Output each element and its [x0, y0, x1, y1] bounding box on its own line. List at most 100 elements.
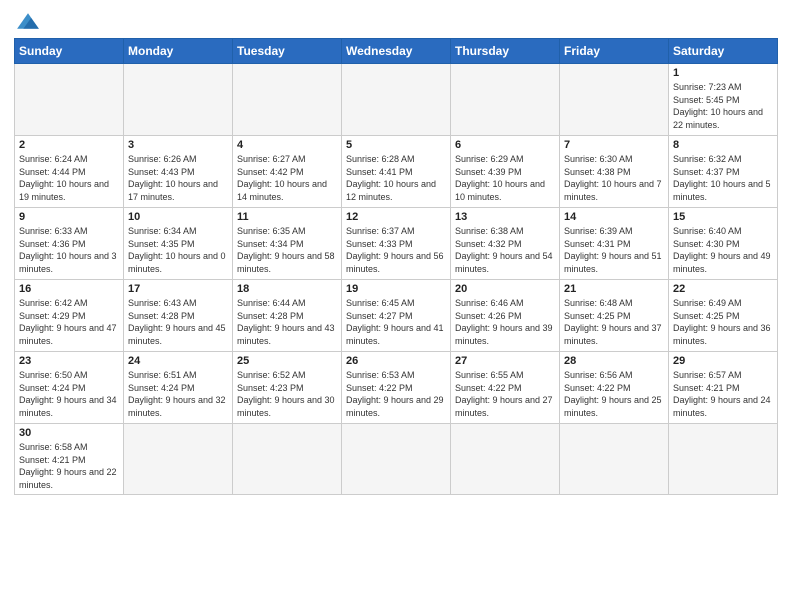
- day-number: 28: [564, 355, 664, 367]
- day-info: Sunrise: 6:42 AM Sunset: 4:29 PM Dayligh…: [19, 297, 119, 347]
- calendar-cell: [124, 424, 233, 495]
- day-info: Sunrise: 6:32 AM Sunset: 4:37 PM Dayligh…: [673, 153, 773, 203]
- calendar-cell: 15Sunrise: 6:40 AM Sunset: 4:30 PM Dayli…: [669, 208, 778, 280]
- calendar-cell: [669, 424, 778, 495]
- calendar-cell: 9 Sunrise: 6:33 AM Sunset: 4:36 PM Daylig…: [15, 208, 124, 280]
- calendar-cell: [233, 424, 342, 495]
- calendar-week-0: 1Sunrise: 7:23 AM Sunset: 5:45 PM Daylig…: [15, 64, 778, 136]
- day-info: Sunrise: 6:29 AM Sunset: 4:39 PM Dayligh…: [455, 153, 555, 203]
- calendar-cell: 22 Sunrise: 6:49 AM Sunset: 4:25 PM Dayli…: [669, 280, 778, 352]
- calendar-cell: 10 Sunrise: 6:34 AM Sunset: 4:35 PM Dayli…: [124, 208, 233, 280]
- day-info: Sunrise: 6:40 AM Sunset: 4:30 PM Dayligh…: [673, 225, 773, 275]
- day-number: 17: [128, 283, 228, 295]
- calendar-cell: 17 Sunrise: 6:43 AM Sunset: 4:28 PM Dayli…: [124, 280, 233, 352]
- day-number: 11: [237, 211, 337, 223]
- day-info: Sunrise: 6:24 AM Sunset: 4:44 PM Dayligh…: [19, 153, 119, 203]
- day-number: 6: [455, 139, 555, 151]
- calendar-week-1: 2 Sunrise: 6:24 AM Sunset: 4:44 PM Daylig…: [15, 136, 778, 208]
- day-number: 27: [455, 355, 555, 367]
- calendar-week-4: 23Sunrise: 6:50 AM Sunset: 4:24 PM Dayli…: [15, 352, 778, 424]
- calendar-cell: 27 Sunrise: 6:55 AM Sunset: 4:22 PM Dayli…: [451, 352, 560, 424]
- calendar-cell: 3Sunrise: 6:26 AM Sunset: 4:43 PM Daylig…: [124, 136, 233, 208]
- calendar-cell: 12 Sunrise: 6:37 AM Sunset: 4:33 PM Dayli…: [342, 208, 451, 280]
- day-number: 16: [19, 283, 119, 295]
- calendar-cell: [342, 64, 451, 136]
- day-number: 3: [128, 139, 228, 151]
- day-number: 12: [346, 211, 446, 223]
- calendar-cell: [451, 64, 560, 136]
- day-info: Sunrise: 6:55 AM Sunset: 4:22 PM Dayligh…: [455, 369, 555, 419]
- day-number: 18: [237, 283, 337, 295]
- weekday-header-sunday: Sunday: [15, 39, 124, 64]
- calendar-week-2: 9 Sunrise: 6:33 AM Sunset: 4:36 PM Daylig…: [15, 208, 778, 280]
- day-info: Sunrise: 6:43 AM Sunset: 4:28 PM Dayligh…: [128, 297, 228, 347]
- day-info: Sunrise: 6:46 AM Sunset: 4:26 PM Dayligh…: [455, 297, 555, 347]
- day-number: 13: [455, 211, 555, 223]
- weekday-header-wednesday: Wednesday: [342, 39, 451, 64]
- day-number: 21: [564, 283, 664, 295]
- calendar-cell: [233, 64, 342, 136]
- day-number: 7: [564, 139, 664, 151]
- calendar-cell: 1Sunrise: 7:23 AM Sunset: 5:45 PM Daylig…: [669, 64, 778, 136]
- day-number: 8: [673, 139, 773, 151]
- weekday-header-friday: Friday: [560, 39, 669, 64]
- calendar-cell: 11 Sunrise: 6:35 AM Sunset: 4:34 PM Dayli…: [233, 208, 342, 280]
- calendar-cell: [124, 64, 233, 136]
- calendar-cell: 6 Sunrise: 6:29 AM Sunset: 4:39 PM Daylig…: [451, 136, 560, 208]
- calendar-cell: 16 Sunrise: 6:42 AM Sunset: 4:29 PM Dayli…: [15, 280, 124, 352]
- calendar-cell: 18Sunrise: 6:44 AM Sunset: 4:28 PM Dayli…: [233, 280, 342, 352]
- calendar-cell: 8 Sunrise: 6:32 AM Sunset: 4:37 PM Daylig…: [669, 136, 778, 208]
- calendar-cell: 29Sunrise: 6:57 AM Sunset: 4:21 PM Dayli…: [669, 352, 778, 424]
- day-number: 14: [564, 211, 664, 223]
- day-number: 23: [19, 355, 119, 367]
- day-info: Sunrise: 6:30 AM Sunset: 4:38 PM Dayligh…: [564, 153, 664, 203]
- day-info: Sunrise: 6:48 AM Sunset: 4:25 PM Dayligh…: [564, 297, 664, 347]
- day-info: Sunrise: 6:37 AM Sunset: 4:33 PM Dayligh…: [346, 225, 446, 275]
- day-number: 9: [19, 211, 119, 223]
- header: [14, 10, 778, 32]
- page: SundayMondayTuesdayWednesdayThursdayFrid…: [0, 0, 792, 612]
- day-info: Sunrise: 6:35 AM Sunset: 4:34 PM Dayligh…: [237, 225, 337, 275]
- day-number: 25: [237, 355, 337, 367]
- day-number: 26: [346, 355, 446, 367]
- calendar-cell: [15, 64, 124, 136]
- day-info: Sunrise: 6:51 AM Sunset: 4:24 PM Dayligh…: [128, 369, 228, 419]
- day-info: Sunrise: 6:34 AM Sunset: 4:35 PM Dayligh…: [128, 225, 228, 275]
- day-info: Sunrise: 6:45 AM Sunset: 4:27 PM Dayligh…: [346, 297, 446, 347]
- day-number: 5: [346, 139, 446, 151]
- day-info: Sunrise: 6:38 AM Sunset: 4:32 PM Dayligh…: [455, 225, 555, 275]
- day-info: Sunrise: 6:27 AM Sunset: 4:42 PM Dayligh…: [237, 153, 337, 203]
- calendar-cell: [560, 64, 669, 136]
- day-number: 24: [128, 355, 228, 367]
- calendar-cell: [560, 424, 669, 495]
- day-info: Sunrise: 6:39 AM Sunset: 4:31 PM Dayligh…: [564, 225, 664, 275]
- weekday-header-row: SundayMondayTuesdayWednesdayThursdayFrid…: [15, 39, 778, 64]
- calendar-cell: 5 Sunrise: 6:28 AM Sunset: 4:41 PM Daylig…: [342, 136, 451, 208]
- day-info: Sunrise: 6:56 AM Sunset: 4:22 PM Dayligh…: [564, 369, 664, 419]
- calendar-cell: 21 Sunrise: 6:48 AM Sunset: 4:25 PM Dayli…: [560, 280, 669, 352]
- day-number: 2: [19, 139, 119, 151]
- calendar-table: SundayMondayTuesdayWednesdayThursdayFrid…: [14, 38, 778, 495]
- calendar-cell: 4Sunrise: 6:27 AM Sunset: 4:42 PM Daylig…: [233, 136, 342, 208]
- day-info: Sunrise: 6:33 AM Sunset: 4:36 PM Dayligh…: [19, 225, 119, 275]
- calendar-cell: 19Sunrise: 6:45 AM Sunset: 4:27 PM Dayli…: [342, 280, 451, 352]
- weekday-header-saturday: Saturday: [669, 39, 778, 64]
- calendar-cell: 25 Sunrise: 6:52 AM Sunset: 4:23 PM Dayli…: [233, 352, 342, 424]
- calendar-cell: [451, 424, 560, 495]
- day-info: Sunrise: 6:52 AM Sunset: 4:23 PM Dayligh…: [237, 369, 337, 419]
- day-number: 22: [673, 283, 773, 295]
- calendar-week-3: 16 Sunrise: 6:42 AM Sunset: 4:29 PM Dayli…: [15, 280, 778, 352]
- day-info: Sunrise: 6:49 AM Sunset: 4:25 PM Dayligh…: [673, 297, 773, 347]
- calendar-cell: 13 Sunrise: 6:38 AM Sunset: 4:32 PM Dayli…: [451, 208, 560, 280]
- calendar-cell: 14 Sunrise: 6:39 AM Sunset: 4:31 PM Dayli…: [560, 208, 669, 280]
- day-info: Sunrise: 6:28 AM Sunset: 4:41 PM Dayligh…: [346, 153, 446, 203]
- day-number: 30: [19, 427, 119, 439]
- calendar-cell: [342, 424, 451, 495]
- calendar-week-5: 30Sunrise: 6:58 AM Sunset: 4:21 PM Dayli…: [15, 424, 778, 495]
- calendar-cell: 24 Sunrise: 6:51 AM Sunset: 4:24 PM Dayli…: [124, 352, 233, 424]
- calendar-cell: 26 Sunrise: 6:53 AM Sunset: 4:22 PM Dayli…: [342, 352, 451, 424]
- calendar-cell: 2 Sunrise: 6:24 AM Sunset: 4:44 PM Daylig…: [15, 136, 124, 208]
- weekday-header-tuesday: Tuesday: [233, 39, 342, 64]
- day-info: Sunrise: 6:53 AM Sunset: 4:22 PM Dayligh…: [346, 369, 446, 419]
- day-number: 10: [128, 211, 228, 223]
